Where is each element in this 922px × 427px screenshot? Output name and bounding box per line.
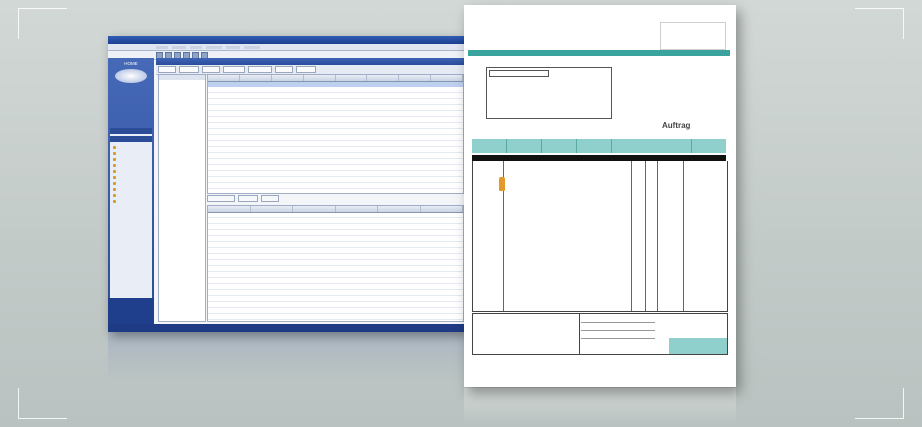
meta-field <box>692 139 726 153</box>
detail-tab[interactable] <box>261 195 279 202</box>
menu-item[interactable] <box>206 45 222 49</box>
sidebar-item-icon <box>113 151 116 155</box>
module-toolbar-button[interactable] <box>223 66 245 73</box>
document-title: Auftrag <box>662 121 691 130</box>
totals-rule <box>581 322 655 323</box>
corner-mark-top-right <box>855 8 904 39</box>
module-toolbar-button[interactable] <box>158 66 176 73</box>
corner-mark-bottom-right <box>855 388 904 419</box>
software-window: HOME <box>108 36 466 332</box>
column-divider <box>683 161 684 311</box>
menu-bar <box>108 44 466 51</box>
module-toolbar-button[interactable] <box>275 66 293 73</box>
totals-rule <box>581 338 655 339</box>
column-divider <box>657 161 658 311</box>
sidebar-item-icon <box>113 199 116 203</box>
sidebar-brand: HOME <box>124 61 138 66</box>
detail-tabs <box>207 195 464 202</box>
recipient-address-box <box>486 67 612 119</box>
totals-breakdown <box>579 314 660 354</box>
totals-section <box>472 313 728 355</box>
grid-column-header[interactable] <box>251 206 293 212</box>
meta-field <box>577 139 613 153</box>
window-logo-icon <box>115 69 147 83</box>
detail-tab[interactable] <box>207 195 235 202</box>
product-bottle-icon <box>499 177 505 191</box>
meta-field <box>472 139 508 153</box>
totals-rule <box>581 330 655 331</box>
meta-field <box>612 139 692 153</box>
column-divider <box>631 161 632 311</box>
sidebar-item-icon <box>113 181 116 185</box>
sidebar-panel <box>110 128 152 308</box>
folder-tree[interactable] <box>158 74 206 322</box>
module-toolbar-button[interactable] <box>248 66 272 73</box>
sidebar-item[interactable] <box>110 198 152 204</box>
meta-field <box>542 139 578 153</box>
module-toolbar-button[interactable] <box>179 66 199 73</box>
menu-item[interactable] <box>190 45 202 49</box>
grid-column-header[interactable] <box>336 75 368 81</box>
table-row[interactable] <box>208 213 463 218</box>
grid-column-header[interactable] <box>421 206 463 212</box>
window-reflection <box>108 332 466 382</box>
company-logo-box <box>660 22 726 50</box>
document-reflection <box>464 388 736 424</box>
document-meta-band <box>472 139 726 153</box>
sender-line <box>489 70 549 77</box>
module-header <box>156 58 466 65</box>
grid-column-header[interactable] <box>336 206 378 212</box>
column-divider <box>645 161 646 311</box>
grid-column-header[interactable] <box>240 75 272 81</box>
meta-field <box>507 139 543 153</box>
sidebar-item-icon <box>113 145 116 149</box>
menu-item[interactable] <box>172 45 186 49</box>
grand-total-box <box>669 338 727 354</box>
order-document: Auftrag <box>464 5 736 387</box>
sidebar-footer <box>108 298 154 324</box>
menu-item[interactable] <box>226 45 240 49</box>
sidebar-item-icon <box>113 163 116 167</box>
corner-mark-top-left <box>18 8 67 39</box>
sidebar-item-icon <box>113 175 116 179</box>
grid-header <box>208 75 463 82</box>
sidebar-item-icon <box>113 193 116 197</box>
grid-column-header[interactable] <box>399 75 432 81</box>
sidebar-item-icon <box>113 157 116 161</box>
items-table-body <box>472 161 728 312</box>
sidebar-section-header[interactable] <box>110 128 152 134</box>
grid-header <box>208 206 463 213</box>
corner-mark-bottom-left <box>18 388 67 419</box>
sidebar-section-header[interactable] <box>110 136 152 142</box>
tree-tabs[interactable] <box>159 75 205 80</box>
detail-tab[interactable] <box>238 195 258 202</box>
grid-column-header[interactable] <box>293 206 336 212</box>
document-list-grid[interactable] <box>207 74 464 194</box>
main-area <box>156 58 466 324</box>
status-bar <box>108 324 466 332</box>
module-toolbar-button[interactable] <box>296 66 316 73</box>
header-band <box>468 50 730 56</box>
position-list-grid[interactable] <box>207 205 464 322</box>
grid-column-header[interactable] <box>208 75 240 81</box>
grid-column-header[interactable] <box>208 206 251 212</box>
sidebar-item-icon <box>113 187 116 191</box>
grid-column-header[interactable] <box>304 75 336 81</box>
menu-item[interactable] <box>156 45 168 49</box>
sidebar: HOME <box>108 58 154 324</box>
table-row[interactable] <box>208 87 463 92</box>
window-titlebar[interactable] <box>108 36 466 44</box>
grid-column-header[interactable] <box>378 206 421 212</box>
module-toolbar-button[interactable] <box>202 66 220 73</box>
grid-column-header[interactable] <box>272 75 304 81</box>
menu-item[interactable] <box>244 45 260 49</box>
grid-column-header[interactable] <box>431 75 463 81</box>
sidebar-item-icon <box>113 169 116 173</box>
grid-column-header[interactable] <box>367 75 400 81</box>
